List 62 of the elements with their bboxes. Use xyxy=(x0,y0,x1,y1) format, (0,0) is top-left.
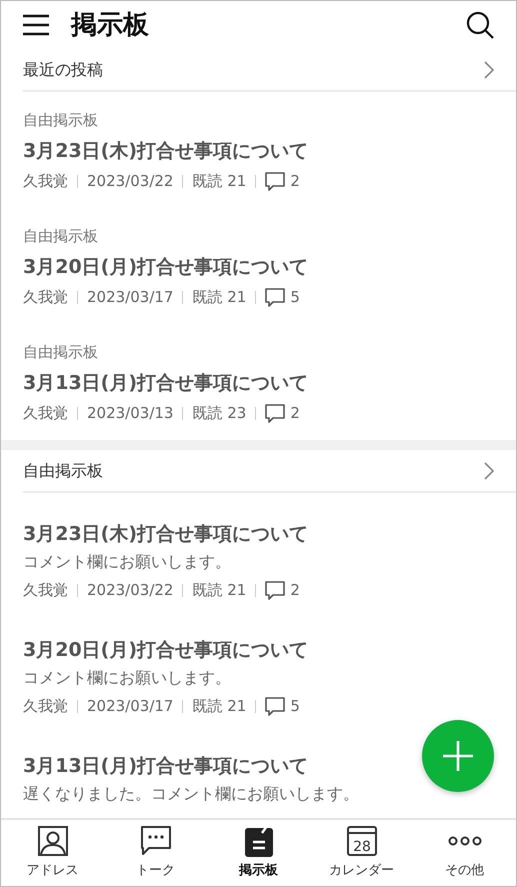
search-icon[interactable] xyxy=(466,11,494,39)
post-item[interactable]: 自由掲示板 3月23日(木)打合せ事項について 久我覚 2023/03/22 既読 21 2 xyxy=(1,92,516,208)
read-count: 既読 21 xyxy=(192,580,246,601)
post-title: 3月20日(月)打合せ事項について xyxy=(23,255,308,280)
tab-item[interactable]: 28 カレンダー xyxy=(310,820,413,886)
comment-count: 5 xyxy=(290,287,300,308)
comment-icon xyxy=(265,696,286,716)
post-author: 久我覚 xyxy=(23,403,68,424)
post-category: 自由掲示板 xyxy=(23,226,98,246)
contact-card-icon xyxy=(38,826,68,856)
add-post-button[interactable] xyxy=(422,720,494,792)
read-count: 既読 23 xyxy=(192,403,246,424)
plus-icon xyxy=(443,741,473,771)
post-category: 自由掲示板 xyxy=(23,110,98,130)
section-title: 自由掲示板 xyxy=(23,460,103,482)
menu-icon[interactable] xyxy=(23,14,49,36)
post-item[interactable]: 自由掲示板 3月13日(月)打合せ事項について 久我覚 2023/03/13 既読 23 2 xyxy=(1,324,516,440)
post-category: 自由掲示板 xyxy=(23,342,98,362)
post-item[interactable]: 3月13日(月)打合せ事項について 遅くなりました。コメント欄にお願いします。 xyxy=(1,725,516,818)
comment-count: 2 xyxy=(290,171,300,192)
post-author: 久我覚 xyxy=(23,696,68,717)
post-item[interactable]: 自由掲示板 3月20日(月)打合せ事項について 久我覚 2023/03/17 既読 21 5 xyxy=(1,208,516,324)
post-item[interactable]: 3月23日(木)打合せ事項について コメント欄にお願いします。 久我覚 2023/03/22 既読 21 2 xyxy=(1,493,516,609)
post-date: 2023/03/22 xyxy=(87,580,174,601)
calendar-icon: 28 xyxy=(346,826,376,856)
notepad-icon xyxy=(244,825,272,858)
section-title: 最近の投稿 xyxy=(23,58,103,80)
tab-item[interactable]: アドレス xyxy=(1,820,104,886)
comment-icon xyxy=(265,580,286,600)
comment-count: 2 xyxy=(290,580,300,601)
tab-item[interactable]: その他 xyxy=(413,820,516,886)
read-count: 既読 21 xyxy=(192,287,246,308)
comment-count: 2 xyxy=(290,403,300,424)
post-title: 3月13日(月)打合せ事項について xyxy=(23,754,308,779)
chat-bubble-icon xyxy=(140,826,170,856)
tab-item[interactable]: 掲示板 xyxy=(207,820,310,886)
comment-count: 5 xyxy=(290,696,300,717)
post-title: 3月20日(月)打合せ事項について xyxy=(23,638,308,663)
post-date: 2023/03/17 xyxy=(87,696,174,717)
post-author: 久我覚 xyxy=(23,287,68,308)
post-excerpt: コメント欄にお願いします。 xyxy=(23,551,231,573)
comment-icon xyxy=(265,172,286,190)
chevron-icon[interactable] xyxy=(484,462,494,480)
page-title: 掲示板 xyxy=(71,8,149,42)
comment-icon xyxy=(265,404,286,422)
chevron-icon[interactable] xyxy=(484,60,494,78)
post-date: 2023/03/17 xyxy=(87,287,174,308)
post-excerpt: コメント欄にお願いします。 xyxy=(23,667,231,689)
post-title: 3月13日(月)打合せ事項について xyxy=(23,371,308,396)
post-title: 3月23日(木)打合せ事項について xyxy=(23,139,308,164)
post-excerpt: 遅くなりました。コメント欄にお願いします。 xyxy=(23,783,359,805)
post-date: 2023/03/13 xyxy=(87,403,174,424)
post-author: 久我覚 xyxy=(23,580,68,601)
comment-icon xyxy=(265,288,286,306)
more-icon xyxy=(448,836,482,846)
post-title: 3月23日(木)打合せ事項について xyxy=(23,522,308,547)
post-item[interactable]: 3月20日(月)打合せ事項について コメント欄にお願いします。 久我覚 2023/03/17 既読 21 5 xyxy=(1,609,516,725)
read-count: 既読 21 xyxy=(192,171,246,192)
post-author: 久我覚 xyxy=(23,171,68,192)
tab-item[interactable]: トーク xyxy=(104,820,207,886)
read-count: 既読 21 xyxy=(192,696,246,717)
post-date: 2023/03/22 xyxy=(87,171,174,192)
